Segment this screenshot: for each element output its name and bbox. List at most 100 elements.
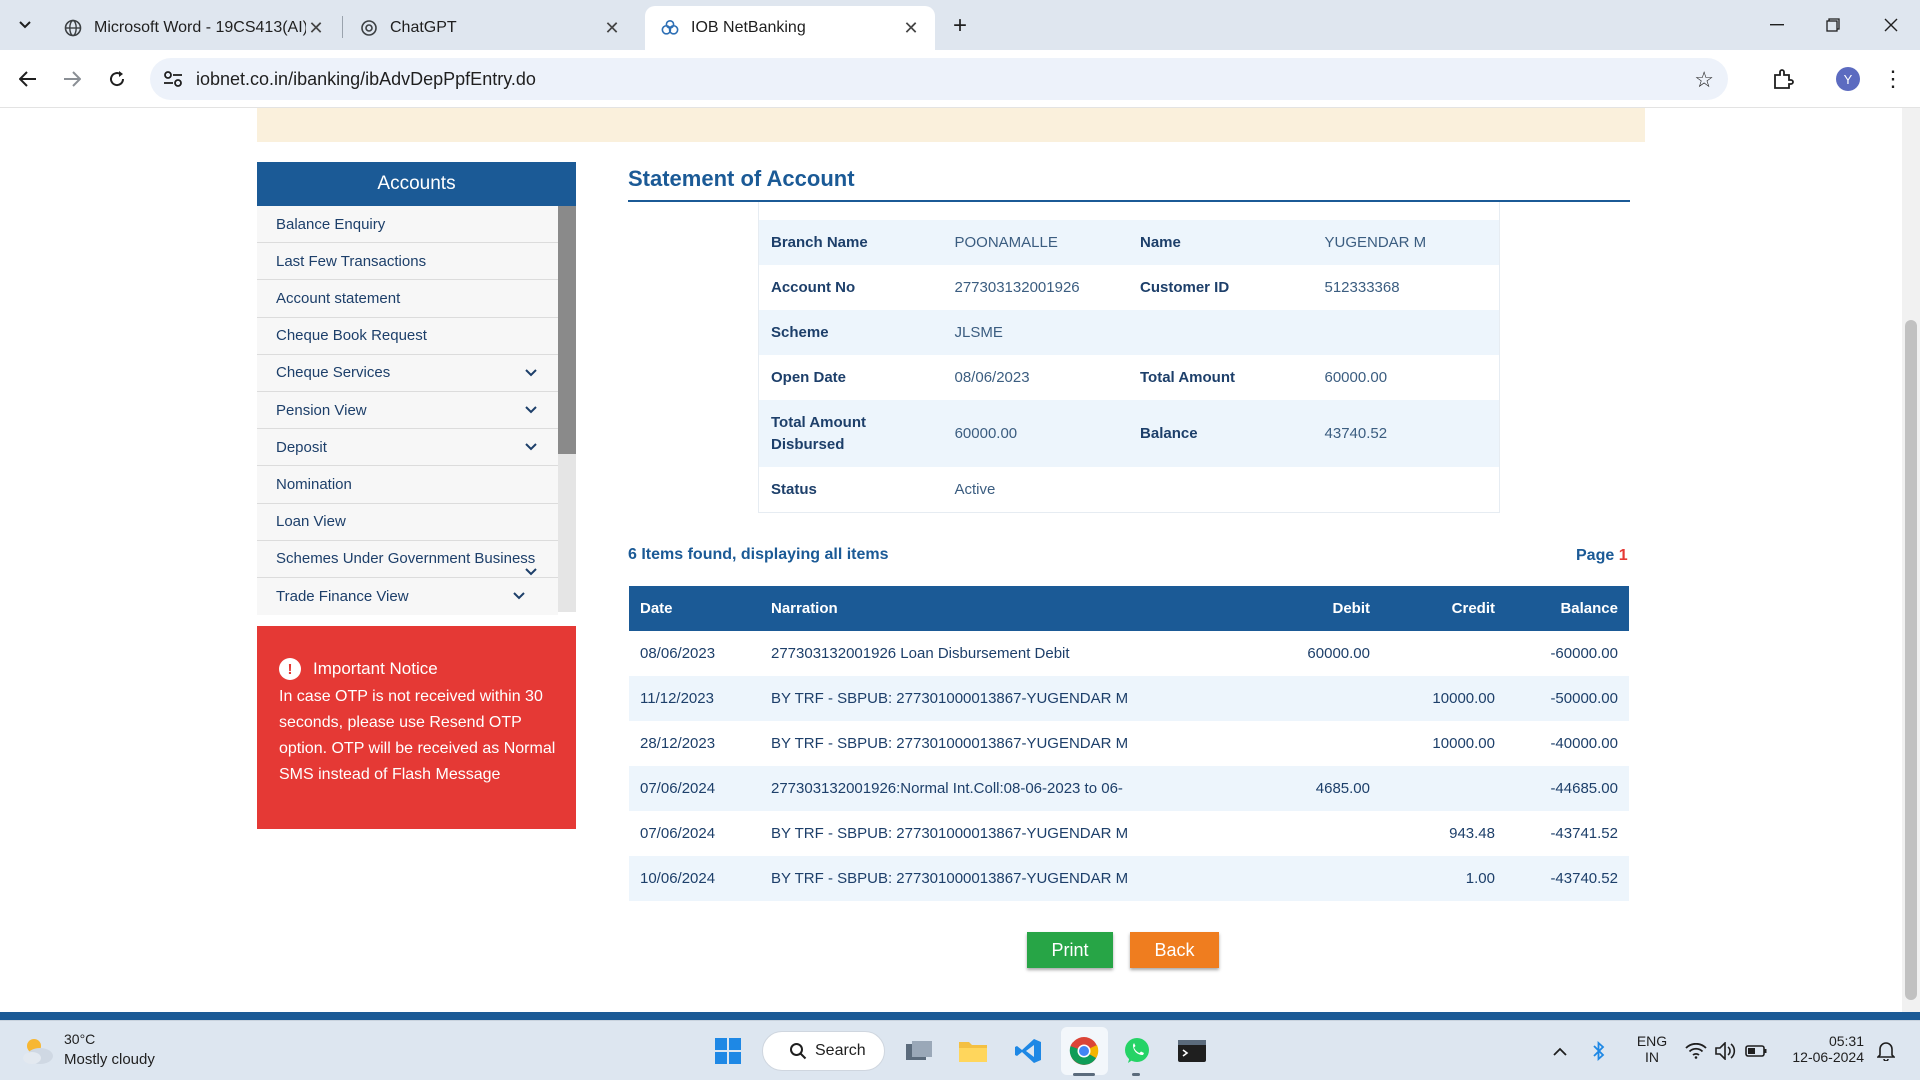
chatgpt-icon	[360, 19, 378, 37]
branch-name-label: Branch Name	[771, 234, 868, 251]
weather-description[interactable]: Mostly cloudy	[64, 1051, 155, 1068]
profile-avatar[interactable]: Y	[1836, 67, 1860, 91]
page-scrollbar-thumb[interactable]	[1905, 320, 1917, 1000]
browser-tab-bar: Microsoft Word - 19CS413(AI)_ ✕ ChatGPT …	[0, 0, 1920, 50]
close-icon[interactable]: ✕	[306, 18, 326, 38]
bookmark-star-icon[interactable]: ☆	[1694, 67, 1714, 93]
forward-arrow-icon[interactable]	[57, 64, 87, 94]
cell-credit: 943.48	[1381, 811, 1506, 856]
site-settings-icon[interactable]	[162, 68, 184, 90]
table-row: 10/06/2024 BY TRF - SBPUB: 2773010000138…	[629, 856, 1629, 901]
account-details-table: Branch Name POONAMALLE Name YUGENDAR M A…	[758, 202, 1500, 513]
clock[interactable]: 05:31 12-06-2024	[1782, 1033, 1864, 1065]
region-code: IN	[1645, 1049, 1659, 1065]
terminal-icon[interactable]	[1176, 1035, 1208, 1067]
total-amount-label: Total Amount	[1140, 369, 1235, 386]
file-explorer-icon[interactable]	[957, 1035, 989, 1067]
sidebar-item-label: Pension View	[276, 401, 367, 419]
cell-narration: BY TRF - SBPUB: 277301000013867-YUGENDAR…	[760, 811, 1247, 856]
cell-credit	[1381, 766, 1506, 811]
notification-bell-icon[interactable]	[1872, 1035, 1900, 1067]
column-header-narration: Narration	[760, 586, 1247, 631]
windows-start-icon[interactable]	[712, 1035, 744, 1067]
customer-id-label: Customer ID	[1140, 279, 1230, 296]
sidebar-item-trade-finance-view[interactable]: Trade Finance View	[257, 577, 558, 616]
weather-cloudy-icon[interactable]	[20, 1035, 56, 1067]
whatsapp-running-indicator	[1132, 1073, 1140, 1076]
search-label: Search	[815, 1042, 866, 1059]
back-button[interactable]: Back	[1130, 932, 1219, 968]
chrome-icon[interactable]	[1068, 1035, 1100, 1067]
sidebar-item-schemes-govt-business[interactable]: Schemes Under Government Business	[257, 540, 558, 578]
account-no-value: 277303132001926	[954, 279, 1080, 296]
globe-icon	[64, 19, 82, 37]
tab-separator	[342, 16, 343, 38]
reload-icon[interactable]	[102, 64, 132, 94]
name-label: Name	[1140, 234, 1181, 251]
sidebar-scrollbar-thumb[interactable]	[558, 206, 576, 454]
sidebar-item-cheque-services[interactable]: Cheque Services	[257, 354, 558, 392]
sidebar-item-cheque-book-request[interactable]: Cheque Book Request	[257, 317, 558, 355]
cell-narration: BY TRF - SBPUB: 277301000013867-YUGENDAR…	[760, 676, 1247, 721]
cell-date: 07/06/2024	[629, 811, 760, 856]
restore-icon[interactable]	[1813, 10, 1853, 40]
volume-icon[interactable]	[1712, 1035, 1740, 1067]
minimize-icon[interactable]	[1757, 10, 1797, 40]
column-header-credit: Credit	[1381, 586, 1506, 631]
cell-date: 11/12/2023	[629, 676, 760, 721]
sidebar-item-nomination[interactable]: Nomination	[257, 466, 558, 504]
balance-value: 43740.52	[1324, 424, 1388, 442]
page-scrollbar[interactable]	[1902, 108, 1920, 1012]
vscode-icon[interactable]	[1012, 1035, 1044, 1067]
sidebar-item-label: Cheque Services	[276, 364, 391, 382]
tab-search-button[interactable]	[10, 10, 40, 40]
language-indicator[interactable]: ENG IN	[1632, 1033, 1672, 1065]
taskbar-search[interactable]: Search	[762, 1031, 885, 1071]
chevron-down-icon	[19, 21, 31, 29]
cell-balance: -40000.00	[1506, 721, 1629, 766]
clock-date: 12-06-2024	[1792, 1049, 1864, 1065]
sidebar-item-label: Balance Enquiry	[276, 215, 386, 233]
sidebar-item-deposit[interactable]: Deposit	[257, 429, 558, 467]
more-menu-icon[interactable]: ⋮	[1880, 64, 1906, 94]
close-icon[interactable]: ✕	[901, 18, 921, 38]
cell-narration: BY TRF - SBPUB: 277301000013867-YUGENDAR…	[760, 721, 1247, 766]
cell-date: 08/06/2023	[629, 631, 760, 676]
cell-balance: -60000.00	[1506, 631, 1629, 676]
task-view-icon[interactable]	[903, 1035, 935, 1067]
sidebar-item-last-few-transactions[interactable]: Last Few Transactions	[257, 243, 558, 281]
bluetooth-icon[interactable]	[1586, 1035, 1612, 1067]
extensions-puzzle-icon[interactable]	[1768, 64, 1798, 94]
chrome-running-indicator	[1073, 1073, 1095, 1076]
details-spacer	[759, 202, 1499, 220]
table-row: 11/12/2023 BY TRF - SBPUB: 2773010000138…	[629, 676, 1629, 721]
sidebar-item-pension-view[interactable]: Pension View	[257, 391, 558, 430]
sidebar-item-account-statement[interactable]: Account statement	[257, 280, 558, 318]
back-arrow-icon[interactable]	[13, 64, 43, 94]
cell-balance: -44685.00	[1506, 766, 1629, 811]
page-number-link[interactable]: 1	[1619, 547, 1628, 564]
weather-temperature[interactable]: 30°C	[64, 1031, 95, 1047]
chevron-down-icon	[524, 440, 538, 454]
column-header-debit: Debit	[1247, 586, 1381, 631]
cell-date: 28/12/2023	[629, 721, 760, 766]
sidebar-item-balance-enquiry[interactable]: Balance Enquiry	[257, 206, 558, 244]
total-disbursed-value: 60000.00	[954, 424, 1018, 442]
window-close-icon[interactable]	[1871, 10, 1911, 40]
tab-microsoft-word[interactable]: Microsoft Word - 19CS413(AI)_ ✕	[48, 6, 340, 50]
close-icon[interactable]: ✕	[602, 18, 622, 38]
new-tab-button[interactable]: +	[946, 12, 974, 40]
chevron-up-icon[interactable]	[1546, 1035, 1574, 1067]
status-label: Status	[771, 481, 817, 498]
table-row: 28/12/2023 BY TRF - SBPUB: 2773010000138…	[629, 721, 1629, 766]
print-button[interactable]: Print	[1027, 932, 1113, 968]
tab-chatgpt[interactable]: ChatGPT ✕	[344, 6, 636, 50]
tab-iob-netbanking[interactable]: IOB NetBanking ✕	[645, 6, 935, 50]
iob-logo-icon	[661, 19, 679, 37]
wifi-icon[interactable]	[1682, 1035, 1710, 1067]
whatsapp-icon[interactable]	[1121, 1035, 1153, 1067]
sidebar-item-loan-view[interactable]: Loan View	[257, 503, 558, 541]
address-bar[interactable]: iobnet.co.in/ibanking/ibAdvDepPpfEntry.d…	[150, 58, 1728, 100]
open-date-value: 08/06/2023	[954, 369, 1030, 386]
battery-icon[interactable]	[1742, 1035, 1770, 1067]
